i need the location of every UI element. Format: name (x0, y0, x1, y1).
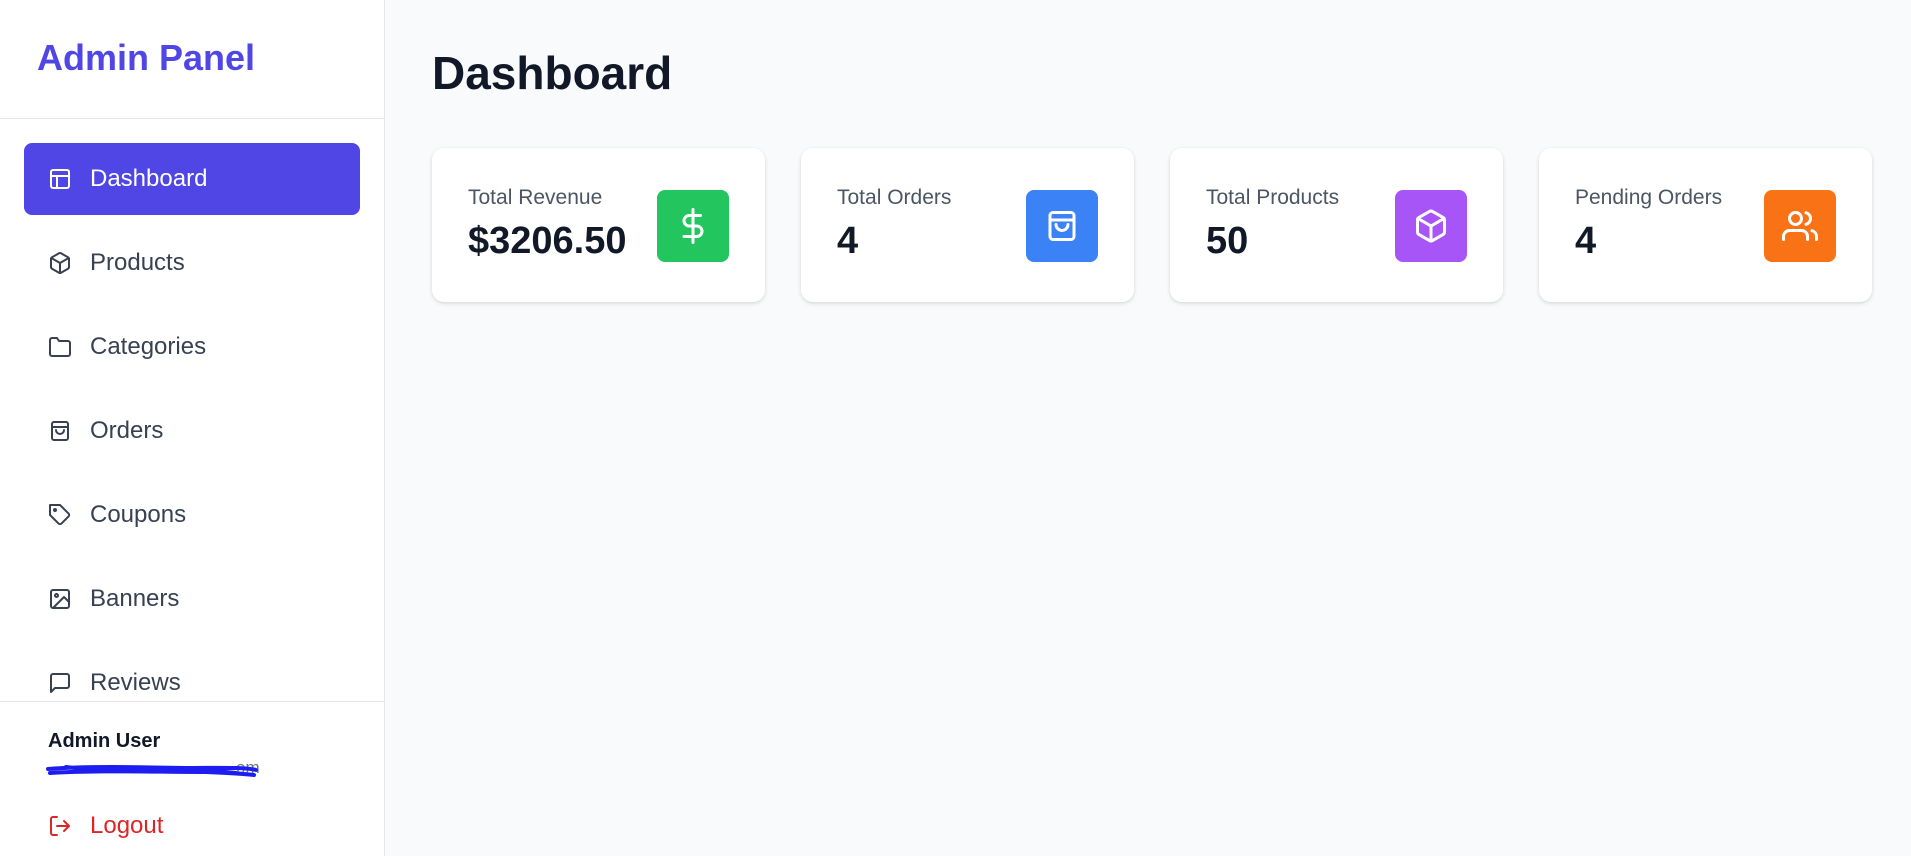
logout-icon (48, 814, 72, 838)
dashboard-icon (48, 167, 72, 191)
package-icon (48, 251, 72, 275)
folder-icon (48, 335, 72, 359)
stat-value: 4 (1575, 220, 1597, 262)
image-icon (48, 587, 72, 611)
logout-label: Logout (90, 812, 164, 839)
sidebar-item-orders[interactable]: Orders (24, 395, 360, 467)
users-icon (1764, 190, 1836, 262)
stat-label: Total Orders (837, 186, 952, 209)
sidebar-item-products[interactable]: Products (24, 227, 360, 299)
sidebar-item-label: Banners (90, 585, 180, 612)
stats-cards: Total Revenue $3206.50 Total Orders 4 To… (432, 148, 1872, 302)
sidebar-item-label: Products (90, 249, 185, 276)
sidebar-item-label: Orders (90, 417, 164, 444)
stat-card-total-products: Total Products 50 (1170, 148, 1503, 302)
stat-card-pending-orders: Pending Orders 4 (1539, 148, 1872, 302)
stat-value: 50 (1206, 220, 1249, 262)
sidebar-item-categories[interactable]: Categories (24, 311, 360, 383)
tag-icon (48, 503, 72, 527)
sidebar-item-reviews[interactable]: Reviews (24, 647, 360, 701)
brand: Admin Panel (0, 0, 384, 119)
user-name: Admin User (48, 730, 161, 752)
main-content: Dashboard Total Revenue $3206.50 Total O… (385, 0, 1911, 856)
stat-label: Pending Orders (1575, 186, 1723, 209)
stat-card-total-orders: Total Orders 4 (801, 148, 1134, 302)
sidebar-item-label: Coupons (90, 501, 187, 528)
sidebar-item-banners[interactable]: Banners (24, 563, 360, 635)
stat-value: $3206.50 (468, 220, 627, 262)
sidebar-item-label: Reviews (90, 669, 181, 696)
stat-card-total-revenue: Total Revenue $3206.50 (432, 148, 765, 302)
sidebar-item-dashboard[interactable]: Dashboard (24, 143, 360, 215)
shopping-bag-icon (1026, 190, 1098, 262)
stat-label: Total Products (1206, 186, 1340, 209)
sidebar: Admin Panel Dashboard Products Categorie… (0, 0, 385, 856)
logout-button[interactable]: Logout (48, 812, 163, 840)
redaction-scribble (46, 765, 258, 777)
sidebar-item-label: Dashboard (90, 165, 208, 192)
message-icon (48, 671, 72, 695)
page-title: Dashboard (432, 47, 673, 99)
dollar-icon (657, 190, 729, 262)
shopping-bag-icon (48, 419, 72, 443)
brand-title: Admin Panel (37, 37, 256, 78)
user-email: om (46, 758, 260, 778)
sidebar-item-label: Categories (90, 333, 207, 360)
package-icon (1395, 190, 1467, 262)
sidebar-item-coupons[interactable]: Coupons (24, 479, 360, 551)
sidebar-nav: Dashboard Products Categories Orders Cou (0, 119, 384, 701)
user-block: Admin User om Logout (0, 701, 384, 856)
stat-value: 4 (837, 220, 859, 262)
stat-label: Total Revenue (468, 186, 603, 209)
